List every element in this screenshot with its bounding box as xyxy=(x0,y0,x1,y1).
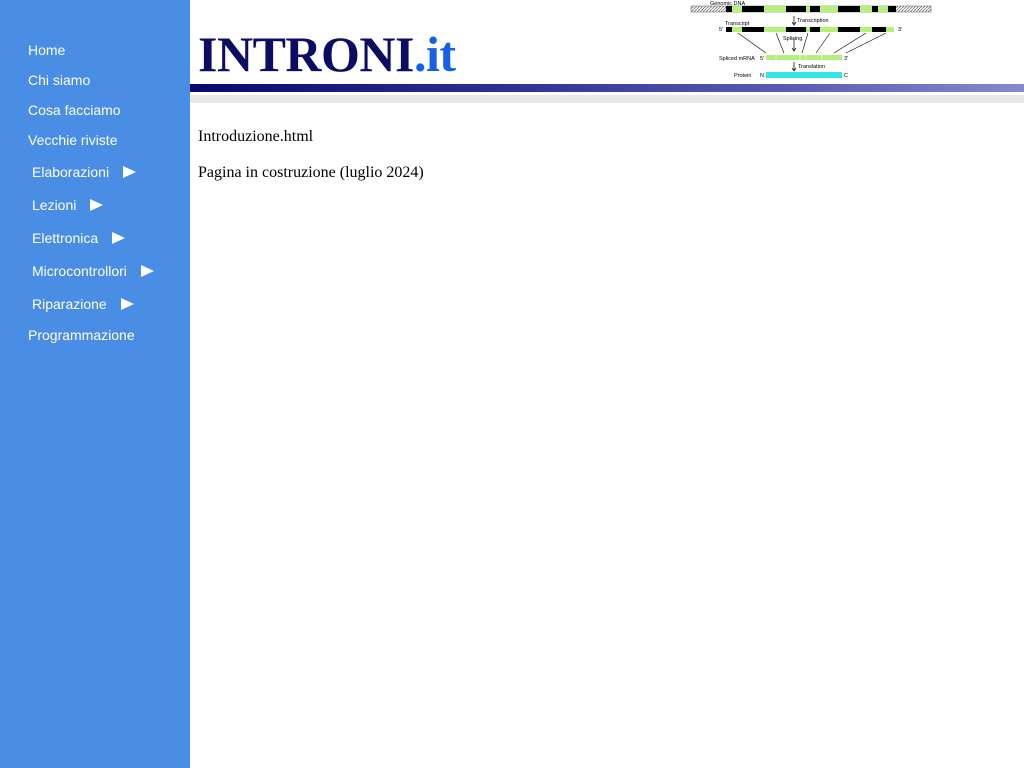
label-protein: Protein xyxy=(734,73,751,79)
label-n-term: N xyxy=(760,73,764,79)
intron-block xyxy=(742,27,764,32)
nav-chi-siamo[interactable]: Chi siamo xyxy=(28,71,90,89)
nav-home[interactable]: Home xyxy=(28,41,65,59)
header-gray-bar xyxy=(190,95,1024,103)
splicing-lines xyxy=(737,32,887,54)
intron-block xyxy=(726,6,732,12)
logo-tld: .it xyxy=(413,26,456,82)
nav-microcontrollori[interactable]: Microcontrollori xyxy=(32,262,154,280)
intron-block xyxy=(786,6,806,12)
intron-block xyxy=(872,6,878,12)
submenu-arrow-icon xyxy=(120,298,134,310)
nav-riparazione[interactable]: Riparazione xyxy=(32,295,134,313)
splicing-diagram: Genomic DNA Transcription Transcript 5' … xyxy=(690,1,932,79)
intron-block xyxy=(888,6,896,12)
protein-bar xyxy=(766,72,842,78)
intron-block xyxy=(742,6,764,12)
nav-lezioni-label: Lezioni xyxy=(32,197,77,213)
page-filename: Introduzione.html xyxy=(198,128,314,145)
label-3prime-transcript: 3' xyxy=(898,27,902,33)
main-content: Introduzione.html Pagina in costruzione … xyxy=(198,128,998,182)
exon-block xyxy=(878,6,888,12)
nav-riparazione-label: Riparazione xyxy=(32,296,107,312)
label-spliced-mrna: Spliced mRNA xyxy=(719,56,755,62)
label-splicing: Splicing xyxy=(783,36,802,42)
nav-programmazione[interactable]: Programmazione xyxy=(28,326,135,344)
nav-cosa-facciamo[interactable]: Cosa facciamo xyxy=(28,101,121,119)
exon-block xyxy=(820,6,838,12)
construction-notice: Pagina in costruzione (luglio 2024) xyxy=(198,164,424,181)
label-5prime-mrna: 5' xyxy=(760,56,764,62)
logo-name: INTRONI xyxy=(198,26,414,82)
sidebar: Home Chi siamo Cosa facciamo Vecchie riv… xyxy=(0,0,190,768)
label-3prime-mrna: 3' xyxy=(844,56,848,62)
nav-vecchie-riviste[interactable]: Vecchie riviste xyxy=(28,131,117,149)
exon-block xyxy=(764,6,786,12)
nav-elettronica-label: Elettronica xyxy=(32,230,99,246)
submenu-arrow-icon xyxy=(90,199,104,211)
nav-microcontrollori-label: Microcontrollori xyxy=(32,263,127,279)
exon-block xyxy=(732,6,742,12)
intron-block xyxy=(838,6,860,12)
site-logo[interactable]: INTRONI.it xyxy=(198,26,456,82)
nav-elettronica[interactable]: Elettronica xyxy=(32,229,126,247)
intron-block xyxy=(786,27,806,32)
label-c-term: C xyxy=(844,73,848,79)
header-gradient-bar xyxy=(190,84,1024,92)
intron-block xyxy=(726,27,732,32)
label-5prime-transcript: 5' xyxy=(719,27,723,33)
submenu-arrow-icon xyxy=(123,166,137,178)
label-transcript: Transcript xyxy=(725,21,750,27)
exon-block xyxy=(860,6,872,12)
nav-lezioni[interactable]: Lezioni xyxy=(32,196,104,214)
intron-block xyxy=(838,27,860,32)
exon-block xyxy=(806,6,810,12)
intron-block xyxy=(872,27,886,32)
nav-elaborazioni-label: Elaborazioni xyxy=(32,164,110,180)
label-translation: Translation xyxy=(798,64,825,70)
submenu-arrow-icon xyxy=(140,265,154,277)
intron-block xyxy=(810,27,820,32)
nav-elaborazioni[interactable]: Elaborazioni xyxy=(32,163,137,181)
label-transcription: Transcription xyxy=(797,18,829,24)
intron-block xyxy=(810,6,820,12)
submenu-arrow-icon xyxy=(112,232,126,244)
spliced-mrna-strand xyxy=(766,55,842,60)
